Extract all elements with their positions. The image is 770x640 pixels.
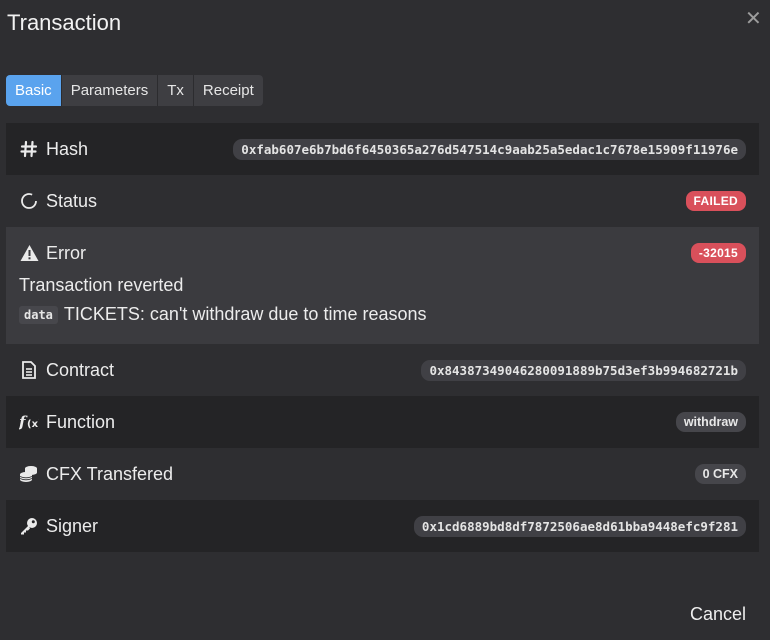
cfx-row: CFX Transfered 0 CFX bbox=[6, 448, 759, 500]
hash-label: Hash bbox=[46, 138, 89, 159]
hash-row: Hash 0xfab607e6b7bd6f6450365a276d547514c… bbox=[6, 123, 759, 175]
error-message: Transaction reverted bbox=[19, 275, 184, 295]
error-label: Error bbox=[46, 242, 86, 263]
error-code-badge: -32015 bbox=[690, 243, 746, 263]
function-label: Function bbox=[46, 411, 116, 432]
signer-address: 0x1cd6889bd8df7872506ae8d61bba9448efc9f2… bbox=[413, 515, 746, 537]
tab-parameters[interactable]: Parameters bbox=[61, 75, 159, 106]
error-data-tag: data bbox=[19, 305, 58, 324]
status-label: Status bbox=[46, 190, 98, 211]
function-name-badge: withdraw bbox=[675, 412, 746, 432]
close-icon[interactable]: ✕ bbox=[745, 9, 762, 29]
contract-row: Contract 0x84387349046280091889b75d3ef3b… bbox=[6, 344, 759, 396]
transaction-modal: Transaction ✕ Basic Parameters Tx Receip… bbox=[0, 0, 770, 640]
tab-bar: Basic Parameters Tx Receipt bbox=[6, 75, 263, 106]
function-icon: f(x) bbox=[19, 412, 39, 432]
hash-icon bbox=[19, 139, 39, 159]
transaction-details: Hash 0xfab607e6b7bd6f6450365a276d547514c… bbox=[6, 123, 759, 552]
hash-value: 0xfab607e6b7bd6f6450365a276d547514c9aab2… bbox=[233, 138, 746, 160]
modal-title: Transaction bbox=[7, 10, 122, 35]
cfx-label: CFX Transfered bbox=[46, 463, 174, 484]
signer-row: Signer 0x1cd6889bd8df7872506ae8d61bba944… bbox=[6, 500, 759, 552]
svg-text:(x): (x) bbox=[27, 419, 39, 430]
error-data-text: TICKETS: can't withdraw due to time reas… bbox=[63, 304, 427, 324]
function-row: f(x) Function withdraw bbox=[6, 396, 759, 448]
cfx-value-badge: 0 CFX bbox=[694, 464, 746, 484]
key-icon bbox=[19, 516, 39, 536]
contract-address: 0x84387349046280091889b75d3ef3b994682721… bbox=[421, 359, 746, 381]
coins-icon bbox=[19, 464, 39, 484]
document-icon bbox=[19, 360, 39, 380]
cancel-button[interactable]: Cancel bbox=[690, 604, 746, 625]
error-row: Error -32015 Transaction reverted data T… bbox=[6, 227, 759, 344]
signer-label: Signer bbox=[46, 515, 99, 536]
tab-receipt[interactable]: Receipt bbox=[193, 75, 263, 106]
tab-tx[interactable]: Tx bbox=[158, 75, 194, 106]
status-row: Status FAILED bbox=[6, 175, 759, 227]
status-badge: FAILED bbox=[685, 191, 746, 211]
contract-label: Contract bbox=[46, 359, 115, 380]
tab-basic[interactable]: Basic bbox=[6, 75, 62, 106]
spinner-icon bbox=[19, 191, 39, 211]
warning-icon bbox=[19, 243, 39, 263]
